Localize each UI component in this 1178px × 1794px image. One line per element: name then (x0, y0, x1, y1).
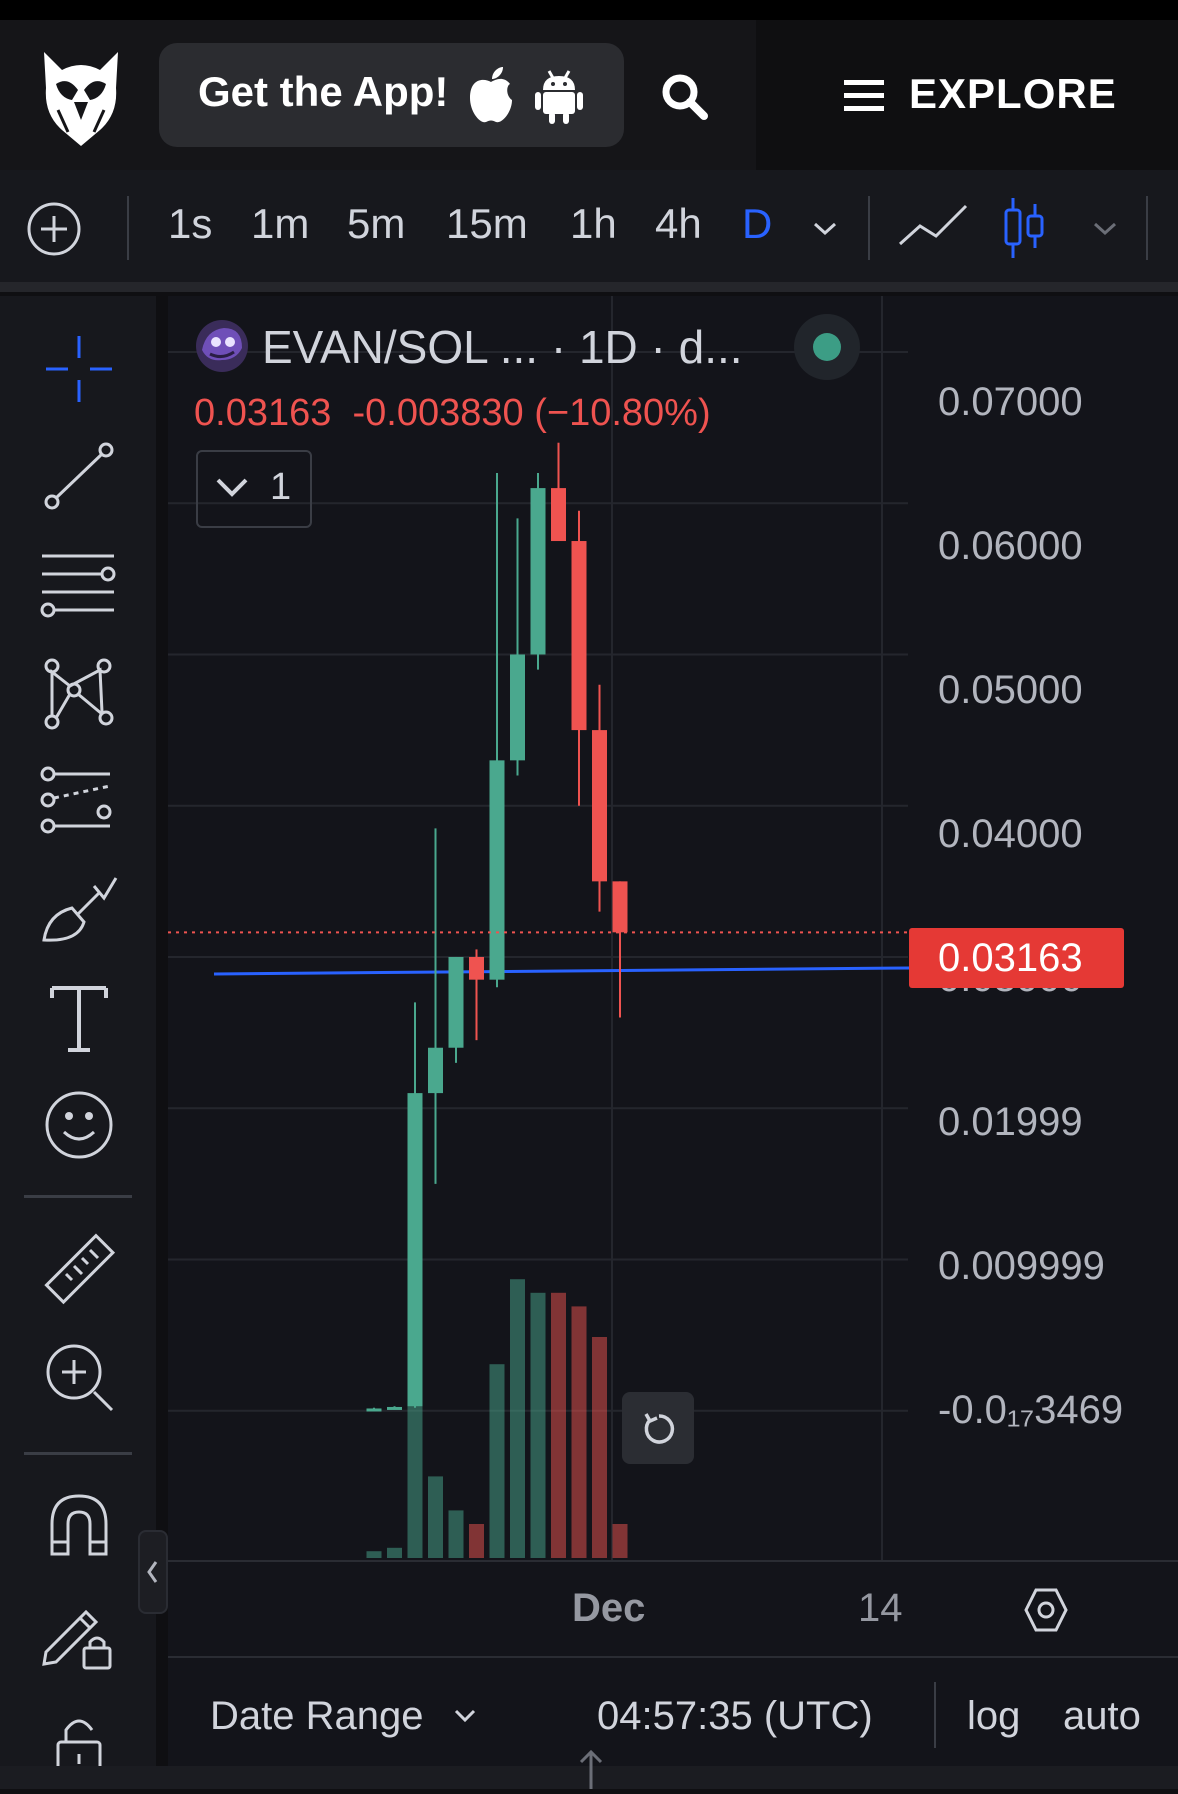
y-axis-label: -0.0₁₇3469 (938, 1388, 1124, 1432)
candle-body (407, 1093, 423, 1407)
volume-bar (428, 1476, 443, 1558)
toolbar-divider (24, 1452, 132, 1455)
last-price-tag-label: 0.03163 (938, 936, 1083, 980)
ruler-icon[interactable] (38, 1230, 120, 1312)
volume-bar (530, 1292, 546, 1558)
log-scale-toggle[interactable]: log (967, 1694, 1020, 1739)
candle-body (489, 760, 505, 980)
android-icon (534, 68, 584, 124)
candle-body (428, 1047, 443, 1094)
timeframe-chevron-down-icon[interactable] (810, 218, 840, 238)
toolbar-divider (1146, 196, 1148, 260)
reset-icon (640, 1410, 678, 1448)
x-axis-bottom-border (168, 1656, 1178, 1658)
price-change-percent: (−10.80%) (534, 392, 711, 434)
candle-body (366, 1408, 382, 1412)
candle-body (530, 488, 546, 655)
toolbar-collapse-tab[interactable] (138, 1530, 168, 1614)
candle-body (571, 541, 587, 731)
timeframe-4h[interactable]: 4h (655, 200, 702, 248)
auto-scale-toggle[interactable]: auto (1063, 1694, 1141, 1739)
last-price: 0.03163 (194, 392, 332, 434)
volume-bar (510, 1279, 525, 1558)
candle-body (592, 730, 607, 882)
status-strip (0, 0, 1178, 20)
emoji-icon[interactable] (38, 1084, 120, 1166)
magnet-icon[interactable] (38, 1484, 120, 1566)
lock-drawings-icon[interactable] (38, 1592, 120, 1674)
explore-button[interactable]: EXPLORE (909, 70, 1117, 118)
volume-bar (551, 1292, 566, 1558)
fib-retracement-icon[interactable] (38, 542, 120, 624)
volume-bar (366, 1551, 382, 1558)
timeframe-1s[interactable]: 1s (168, 200, 212, 248)
volume-bar (469, 1524, 484, 1558)
timeframe-15m[interactable]: 15m (446, 200, 528, 248)
horizontal-drawing-line (213, 966, 911, 976)
token-avatar (196, 320, 248, 372)
candle-body (551, 488, 566, 542)
y-axis-label: 0.07000 (938, 380, 1083, 424)
brush-icon[interactable] (38, 870, 120, 952)
crosshair-icon[interactable] (38, 328, 120, 410)
price-change-line: 0.03163 -0.003830 (−10.80%) (194, 392, 711, 435)
chart-type-chevron-down-icon[interactable] (1090, 218, 1120, 238)
line-chart-icon[interactable] (898, 200, 968, 250)
x-axis-label: 14 (858, 1586, 903, 1630)
toolbar-divider (127, 196, 129, 260)
y-axis-label: 0.05000 (938, 668, 1083, 712)
toolbar-divider (868, 196, 870, 260)
timeframe-1h[interactable]: 1h (570, 200, 617, 248)
volume-bar (592, 1337, 607, 1558)
date-range-button[interactable]: Date Range (210, 1694, 423, 1739)
apple-icon (466, 66, 516, 124)
timeframe-d[interactable]: D (742, 200, 772, 248)
candle-body (387, 1406, 402, 1410)
bottom-divider (934, 1682, 936, 1748)
candle-body (510, 654, 525, 761)
indicators-count: 1 (270, 466, 292, 508)
text-tool-icon[interactable] (38, 976, 120, 1058)
timeframe-1m[interactable]: 1m (251, 200, 309, 248)
menu-icon[interactable] (842, 78, 886, 114)
trend-line-icon[interactable] (38, 436, 120, 518)
owl-logo-icon[interactable] (38, 48, 124, 148)
zoom-in-icon[interactable] (38, 1336, 120, 1418)
market-status-dot (813, 333, 841, 361)
forecast-icon[interactable] (38, 760, 120, 842)
toolbar-border (0, 282, 1178, 292)
candle-body (469, 956, 484, 980)
chevron-down-icon (214, 472, 250, 502)
volume-bar (571, 1306, 587, 1558)
get-app-label: Get the App! (198, 68, 449, 115)
settings-icon[interactable] (1022, 1586, 1070, 1634)
price-change: -0.003830 (352, 392, 524, 434)
y-axis-label: 0.01999 (938, 1100, 1083, 1144)
arrow-up-icon[interactable] (574, 1744, 608, 1789)
candles-chart-icon[interactable] (1002, 196, 1046, 260)
y-axis-label: 0.04000 (938, 812, 1083, 856)
toolbar-divider (24, 1195, 132, 1198)
y-axis-label: 0.06000 (938, 524, 1083, 568)
y-axis-label: 0.009999 (938, 1244, 1105, 1288)
volume-bar (489, 1364, 505, 1558)
volume-bar (612, 1524, 628, 1558)
candle-body (612, 881, 628, 933)
x-axis-label: Dec (572, 1586, 646, 1630)
pattern-icon[interactable] (38, 652, 120, 734)
add-indicator-icon[interactable] (26, 201, 82, 257)
symbol-title[interactable]: EVAN/SOL ... · 1D · d... (262, 320, 743, 374)
chevron-down-icon (452, 1706, 478, 1726)
utc-time[interactable]: 04:57:35 (UTC) (597, 1694, 873, 1739)
timeframe-5m[interactable]: 5m (347, 200, 405, 248)
volume-bar (448, 1510, 464, 1558)
x-axis-border (168, 1560, 1178, 1562)
candle-body (448, 956, 464, 1048)
volume-bar (387, 1547, 402, 1558)
search-icon[interactable] (660, 72, 708, 120)
